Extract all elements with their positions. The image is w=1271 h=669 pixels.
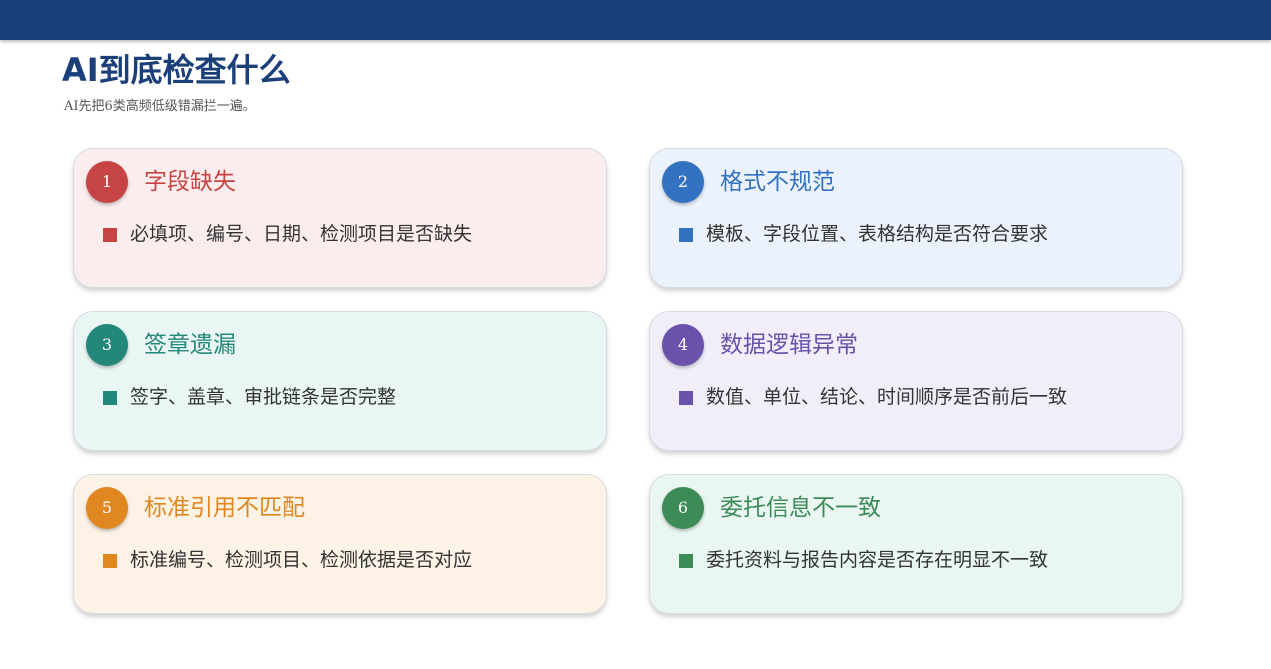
card-description: 模板、字段位置、表格结构是否符合要求	[706, 223, 1049, 245]
number-badge: 3	[86, 324, 128, 366]
card-title: 字段缺失	[144, 169, 236, 195]
check-card-commission-info: 6 委托信息不一致 委托资料与报告内容是否存在明显不一致	[649, 474, 1183, 614]
bullet-square-icon	[679, 228, 693, 242]
bullet-square-icon	[103, 391, 117, 405]
bullet-square-icon	[103, 554, 117, 568]
card-description: 必填项、编号、日期、检测项目是否缺失	[130, 223, 473, 245]
page-title: AI到底检查什么	[62, 51, 291, 89]
card-description: 数值、单位、结论、时间顺序是否前后一致	[706, 386, 1068, 408]
top-banner	[0, 0, 1271, 40]
number-badge: 1	[86, 161, 128, 203]
number-badge: 2	[662, 161, 704, 203]
card-title: 标准引用不匹配	[144, 495, 305, 521]
card-title: 格式不规范	[720, 169, 835, 195]
check-card-standard-reference: 5 标准引用不匹配 标准编号、检测项目、检测依据是否对应	[73, 474, 607, 614]
card-title: 委托信息不一致	[720, 495, 881, 521]
check-card-data-logic: 4 数据逻辑异常 数值、单位、结论、时间顺序是否前后一致	[649, 311, 1183, 451]
number-badge: 6	[662, 487, 704, 529]
page-subtitle: AI先把6类高频低级错漏拦一遍。	[64, 99, 256, 114]
bullet-square-icon	[679, 554, 693, 568]
card-description: 签字、盖章、审批链条是否完整	[130, 386, 397, 408]
check-card-format: 2 格式不规范 模板、字段位置、表格结构是否符合要求	[649, 148, 1183, 288]
card-description: 委托资料与报告内容是否存在明显不一致	[706, 549, 1049, 571]
check-card-signature: 3 签章遗漏 签字、盖章、审批链条是否完整	[73, 311, 607, 451]
check-card-missing-fields: 1 字段缺失 必填项、编号、日期、检测项目是否缺失	[73, 148, 607, 288]
number-badge: 5	[86, 487, 128, 529]
number-badge: 4	[662, 324, 704, 366]
card-title: 数据逻辑异常	[720, 332, 858, 358]
bullet-square-icon	[679, 391, 693, 405]
card-title: 签章遗漏	[144, 332, 236, 358]
bullet-square-icon	[103, 228, 117, 242]
card-description: 标准编号、检测项目、检测依据是否对应	[130, 549, 473, 571]
